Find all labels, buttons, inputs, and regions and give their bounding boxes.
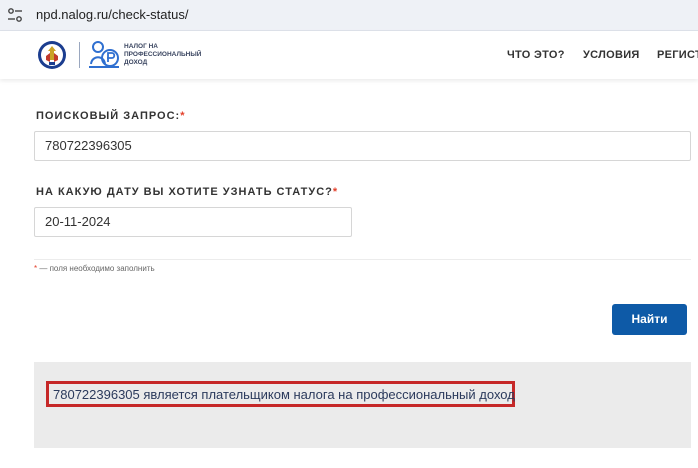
search-button[interactable]: Найти: [612, 304, 687, 335]
site-header: НАЛОГ НА ПРОФЕССИОНАЛЬНЫЙ ДОХОД ЧТО ЭТО?…: [0, 31, 698, 79]
result-panel: 780722396305 является плательщиком налог…: [34, 362, 691, 448]
nav-registration[interactable]: РЕГИСТ: [657, 49, 698, 61]
search-query-input[interactable]: 780722396305: [34, 131, 691, 161]
required-mark: *: [180, 110, 186, 122]
form-divider: [34, 259, 691, 260]
nav-what-is-it[interactable]: ЧТО ЭТО?: [507, 49, 565, 61]
result-highlight-frame: 780722396305 является плательщиком налог…: [46, 381, 515, 407]
logo-text: НАЛОГ НА ПРОФЕССИОНАЛЬНЫЙ ДОХОД: [124, 43, 204, 67]
browser-address-bar: npd.nalog.ru/check-status/: [0, 0, 698, 31]
result-text: 780722396305 является плательщиком налог…: [53, 387, 515, 402]
status-date-label-text: НА КАКУЮ ДАТУ ВЫ ХОТИТЕ УЗНАТЬ СТАТУС?: [36, 186, 333, 198]
address-url[interactable]: npd.nalog.ru/check-status/: [36, 7, 188, 22]
logo-text-line-3: ДОХОД: [124, 59, 148, 66]
logo-separator: [79, 42, 80, 68]
nav-conditions[interactable]: УСЛОВИЯ: [583, 49, 640, 61]
search-query-label: ПОИСКОВЫЙ ЗАПРОС:*: [36, 110, 186, 122]
required-mark: *: [332, 186, 339, 198]
required-mark: *: [34, 264, 38, 273]
npd-logo-icon[interactable]: [88, 40, 120, 70]
status-date-input[interactable]: 20-11-2024: [34, 207, 352, 237]
search-query-label-text: ПОИСКОВЫЙ ЗАПРОС:: [36, 110, 181, 122]
required-fields-note: * — поля необходимо заполнить: [34, 264, 155, 273]
site-settings-icon[interactable]: [7, 8, 23, 22]
logo-text-line-2: ПРОФЕССИОНАЛЬНЫЙ: [124, 51, 202, 58]
fns-emblem-icon[interactable]: [37, 38, 67, 72]
required-note-text: — поля необходимо заполнить: [39, 264, 155, 273]
status-date-label: НА КАКУЮ ДАТУ ВЫ ХОТИТЕ УЗНАТЬ СТАТУС?*: [36, 186, 338, 198]
logo-text-line-1: НАЛОГ НА: [124, 43, 158, 50]
